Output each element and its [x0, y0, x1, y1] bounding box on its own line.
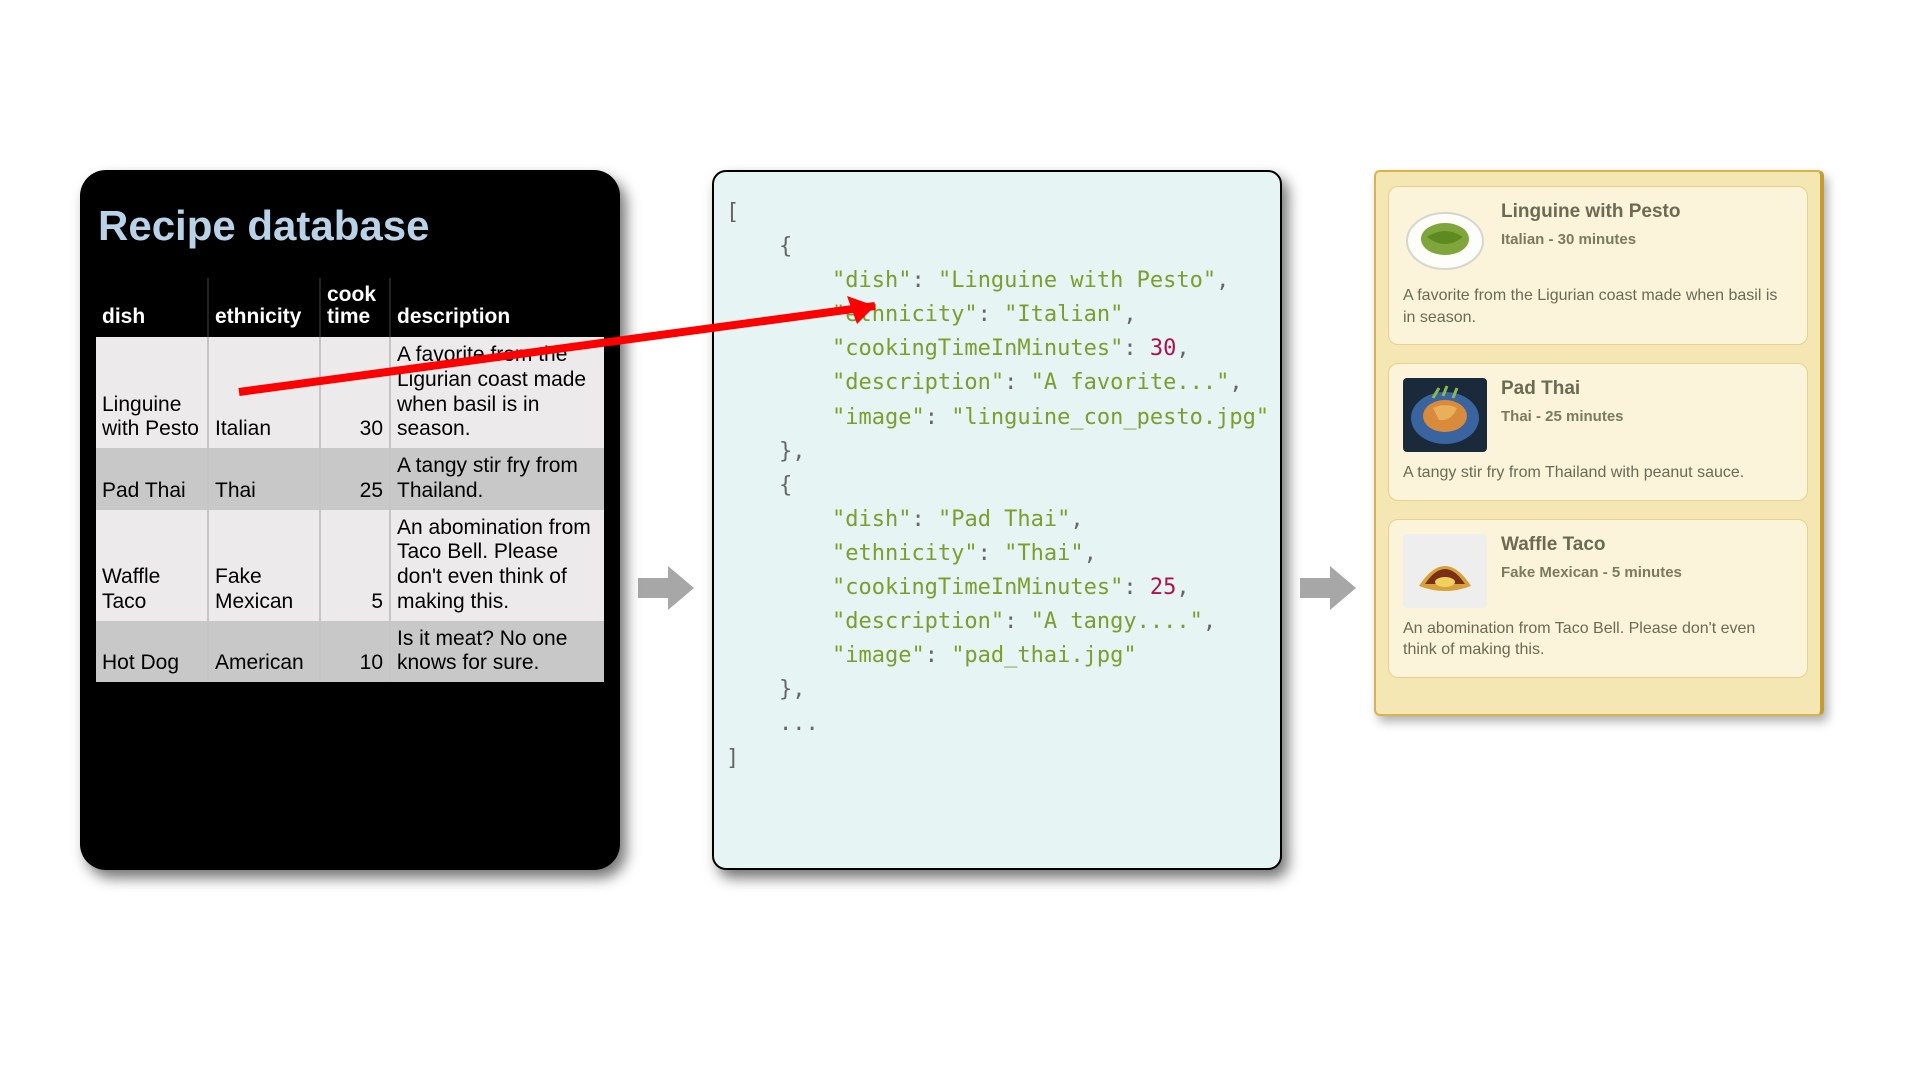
cell-time: 30 — [320, 337, 390, 448]
database-panel: Recipe database dish ethnicity cooktime … — [80, 170, 620, 870]
recipe-card: Pad Thai Thai - 25 minutes A tangy stir … — [1388, 363, 1808, 501]
table-row: Linguine with Pesto Italian 30 A favorit… — [96, 337, 604, 448]
json-line: "description": "A tangy....", — [726, 605, 1268, 639]
json-line: ... — [726, 707, 1268, 741]
cell-ethnicity: American — [208, 621, 320, 683]
recipe-meta: Thai - 25 minutes — [1501, 408, 1624, 425]
json-panel: [ { "dish": "Linguine with Pesto", "ethn… — [712, 170, 1282, 870]
json-line: "image": "pad_thai.jpg" — [726, 639, 1268, 673]
database-table: dish ethnicity cooktime description Ling… — [96, 278, 604, 682]
json-line: "dish": "Linguine with Pesto", — [726, 264, 1268, 298]
recipe-head: Pad Thai Thai - 25 minutes — [1403, 378, 1793, 452]
json-line: [ — [726, 196, 1268, 230]
recipe-meta: Italian - 30 minutes — [1501, 231, 1680, 248]
cell-ethnicity: Italian — [208, 337, 320, 448]
recipe-description: An abomination from Taco Bell. Please do… — [1403, 618, 1793, 661]
col-header-description: description — [390, 278, 604, 337]
table-row: Pad Thai Thai 25 A tangy stir fry from T… — [96, 448, 604, 510]
cell-dish: Linguine with Pesto — [96, 337, 208, 448]
recipe-title: Linguine with Pesto — [1501, 201, 1680, 223]
cell-time: 10 — [320, 621, 390, 683]
col-header-dish: dish — [96, 278, 208, 337]
recipe-thumbnail — [1403, 378, 1487, 452]
table-row: Waffle Taco Fake Mexican 5 An abominatio… — [96, 510, 604, 621]
json-line: { — [726, 230, 1268, 264]
col-header-time: cooktime — [320, 278, 390, 337]
cell-dish: Hot Dog — [96, 621, 208, 683]
rendered-cards-panel: Linguine with Pesto Italian - 30 minutes… — [1374, 170, 1824, 716]
json-line: ] — [726, 742, 1268, 776]
json-line: { — [726, 469, 1268, 503]
json-line: "image": "linguine_con_pesto.jpg" — [726, 401, 1268, 435]
recipe-description: A tangy stir fry from Thailand with pean… — [1403, 462, 1793, 484]
cell-ethnicity: Fake Mexican — [208, 510, 320, 621]
cell-description: An abomination from Taco Bell. Please do… — [390, 510, 604, 621]
recipe-thumbnail — [1403, 201, 1487, 275]
cell-ethnicity: Thai — [208, 448, 320, 510]
diagram-stage: Recipe database dish ethnicity cooktime … — [80, 170, 1840, 890]
recipe-card: Linguine with Pesto Italian - 30 minutes… — [1388, 186, 1808, 345]
recipe-head: Linguine with Pesto Italian - 30 minutes — [1403, 201, 1793, 275]
json-line: }, — [726, 673, 1268, 707]
recipe-description: A favorite from the Ligurian coast made … — [1403, 285, 1793, 328]
col-header-ethnicity: ethnicity — [208, 278, 320, 337]
recipe-title: Pad Thai — [1501, 378, 1624, 400]
json-line: "cookingTimeInMinutes": 30, — [726, 332, 1268, 366]
cell-description: A tangy stir fry from Thailand. — [390, 448, 604, 510]
database-title: Recipe database — [98, 202, 604, 250]
cell-dish: Pad Thai — [96, 448, 208, 510]
json-line: "description": "A favorite...", — [726, 366, 1268, 400]
cell-dish: Waffle Taco — [96, 510, 208, 621]
json-line: "ethnicity": "Italian", — [726, 298, 1268, 332]
flow-arrow-icon — [1300, 564, 1356, 617]
json-line: "ethnicity": "Thai", — [726, 537, 1268, 571]
cell-time: 5 — [320, 510, 390, 621]
json-line: "dish": "Pad Thai", — [726, 503, 1268, 537]
cell-description: Is it meat? No one knows for sure. — [390, 621, 604, 683]
cell-description: A favorite from the Ligurian coast made … — [390, 337, 604, 448]
recipe-card: Waffle Taco Fake Mexican - 5 minutes An … — [1388, 519, 1808, 678]
recipe-head: Waffle Taco Fake Mexican - 5 minutes — [1403, 534, 1793, 608]
flow-arrow-icon — [638, 564, 694, 617]
recipe-thumbnail — [1403, 534, 1487, 608]
json-line: "cookingTimeInMinutes": 25, — [726, 571, 1268, 605]
table-row: Hot Dog American 10 Is it meat? No one k… — [96, 621, 604, 683]
recipe-title: Waffle Taco — [1501, 534, 1682, 556]
table-header-row: dish ethnicity cooktime description — [96, 278, 604, 337]
recipe-meta: Fake Mexican - 5 minutes — [1501, 564, 1682, 581]
json-line: }, — [726, 435, 1268, 469]
cell-time: 25 — [320, 448, 390, 510]
